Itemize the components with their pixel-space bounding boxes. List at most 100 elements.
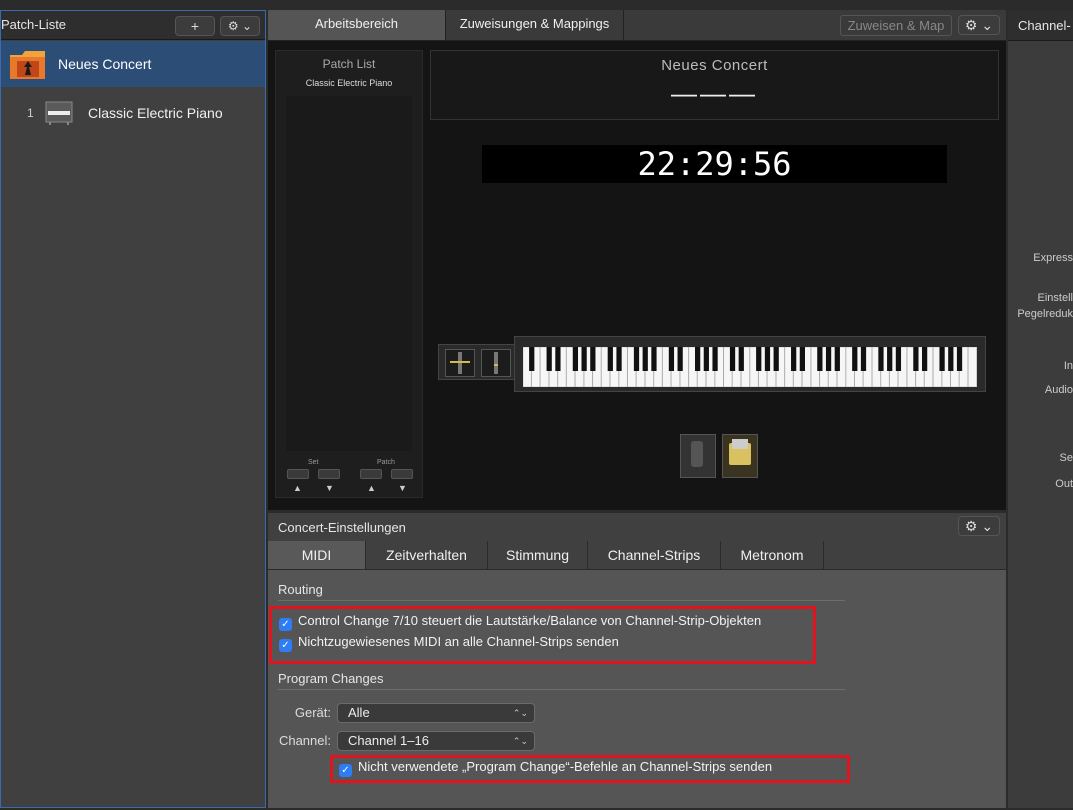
device-select[interactable]: Alle ⌃⌄: [337, 703, 535, 723]
input-label: In: [1063, 360, 1073, 372]
black-key[interactable]: [572, 347, 579, 371]
black-key[interactable]: [668, 347, 675, 371]
black-key[interactable]: [913, 347, 919, 371]
black-key[interactable]: [799, 347, 806, 371]
black-key[interactable]: [616, 347, 622, 371]
program-changes-section-title: Program Changes: [278, 671, 384, 686]
set-prev-button[interactable]: [287, 469, 309, 479]
checkbox-checked-icon[interactable]: ✓: [279, 618, 292, 631]
black-key[interactable]: [633, 347, 640, 371]
black-key[interactable]: [791, 347, 797, 371]
piano-keys[interactable]: [523, 347, 977, 387]
tab-workspace[interactable]: Arbeitsbereich: [268, 10, 446, 40]
expression-pedal-icon[interactable]: [722, 434, 758, 478]
sustain-pedal-icon[interactable]: [680, 434, 716, 478]
mod-wheel-icon[interactable]: [481, 349, 511, 377]
patch-row[interactable]: 1 Classic Electric Piano: [1, 91, 265, 133]
white-key[interactable]: [968, 347, 977, 387]
black-key[interactable]: [834, 347, 840, 371]
black-key[interactable]: [607, 347, 613, 371]
tab-channel-strips[interactable]: Channel-Strips: [588, 541, 721, 569]
patch-label: Classic Electric Piano: [88, 105, 223, 121]
patch-list-widget-body: [286, 96, 412, 451]
cc-volume-checkbox[interactable]: ✓ Control Change 7/10 steuert die Lautstä…: [279, 613, 761, 631]
audio-label: Audio: [1044, 384, 1073, 396]
tab-zeitverhalten[interactable]: Zeitverhalten: [366, 541, 488, 569]
patch-list-widget-title: Patch List: [322, 57, 376, 71]
gear-icon[interactable]: ⚙ ⌄: [220, 16, 260, 36]
patch-down-arrow-icon[interactable]: ▼: [398, 483, 407, 493]
black-key[interactable]: [887, 347, 893, 371]
black-key[interactable]: [948, 347, 954, 371]
patch-number: 1: [27, 106, 34, 120]
patch-up-arrow-icon[interactable]: ▲: [367, 483, 376, 493]
black-key[interactable]: [642, 347, 648, 371]
black-key[interactable]: [729, 347, 736, 371]
black-key[interactable]: [825, 347, 832, 371]
black-key[interactable]: [738, 347, 744, 371]
black-key[interactable]: [773, 347, 779, 371]
channel-select[interactable]: Channel 1–16 ⌃⌄: [337, 731, 535, 751]
keyboard-area: [430, 336, 1000, 398]
black-key[interactable]: [764, 347, 771, 371]
piano-keyboard[interactable]: [514, 336, 986, 392]
patch-next-button[interactable]: [391, 469, 413, 479]
expression-label: Express: [1033, 252, 1073, 264]
black-key[interactable]: [581, 347, 587, 371]
black-key[interactable]: [677, 347, 683, 371]
black-key[interactable]: [860, 347, 867, 371]
tab-midi[interactable]: MIDI: [268, 541, 366, 569]
tab-metronom[interactable]: Metronom: [721, 541, 824, 569]
gear-icon[interactable]: ⚙ ⌄: [958, 15, 1000, 35]
settings-tab-bar: MIDI Zeitverhalten Stimmung Channel-Stri…: [268, 541, 1006, 570]
black-key[interactable]: [817, 347, 823, 371]
pitch-wheel-icon[interactable]: [445, 349, 475, 377]
black-key[interactable]: [895, 347, 902, 371]
device-label: Gerät:: [294, 705, 331, 720]
black-key[interactable]: [756, 347, 762, 371]
gear-icon[interactable]: ⚙ ⌄: [958, 516, 1000, 536]
unassigned-midi-checkbox[interactable]: ✓ Nichtzugewiesenes MIDI an alle Channel-…: [279, 634, 619, 652]
unused-program-change-checkbox[interactable]: ✓ Nicht verwendete „Program Change“-Befeh…: [339, 759, 772, 777]
concert-label: Neues Concert: [58, 56, 152, 72]
black-key[interactable]: [590, 347, 596, 371]
patch-list-widget-item[interactable]: Classic Electric Piano: [276, 78, 422, 88]
patch-prev-button[interactable]: [360, 469, 382, 479]
black-key[interactable]: [878, 347, 884, 371]
mod-wheels[interactable]: [438, 344, 516, 380]
patch-list-widget: Patch List Classic Electric Piano Set Pa…: [275, 50, 423, 498]
concert-row[interactable]: Neues Concert: [1, 41, 265, 87]
checkbox-checked-icon[interactable]: ✓: [339, 764, 352, 777]
black-key[interactable]: [546, 347, 552, 371]
set-down-arrow-icon[interactable]: ▼: [325, 483, 334, 493]
set-label: Set: [308, 459, 319, 466]
select-arrows-icon: ⌃⌄: [512, 708, 528, 718]
black-key[interactable]: [529, 347, 535, 371]
set-next-button[interactable]: [318, 469, 340, 479]
add-patch-button[interactable]: +: [175, 16, 215, 36]
set-up-arrow-icon[interactable]: ▲: [293, 483, 302, 493]
checkbox-checked-icon[interactable]: ✓: [279, 639, 292, 652]
black-key[interactable]: [712, 347, 718, 371]
pedals-area: [678, 432, 770, 480]
assign-map-button[interactable]: Zuweisen & Map: [840, 15, 952, 36]
device-select-value: Alle: [348, 705, 370, 720]
patch-nav-label: Patch: [377, 459, 395, 466]
black-key[interactable]: [695, 347, 701, 371]
channel-strip-body: [1008, 40, 1073, 808]
channel-strip-panel: Channel- Express Einstell Pegelreduk In …: [1008, 10, 1073, 808]
black-key[interactable]: [939, 347, 945, 371]
black-key[interactable]: [651, 347, 657, 371]
black-key[interactable]: [852, 347, 858, 371]
folder-icon: [10, 51, 45, 79]
patch-list-header: Patch-Liste + ⚙ ⌄: [1, 11, 265, 40]
black-key[interactable]: [922, 347, 928, 371]
tab-mappings[interactable]: Zuweisungen & Mappings: [446, 10, 624, 40]
black-key[interactable]: [703, 347, 709, 371]
patch-list-title: Patch-Liste: [1, 17, 67, 32]
black-key[interactable]: [555, 347, 561, 371]
black-key[interactable]: [956, 347, 963, 371]
tab-stimmung[interactable]: Stimmung: [488, 541, 588, 569]
clock-display: 22:29:56: [482, 145, 947, 183]
cc-volume-label: Control Change 7/10 steuert die Lautstär…: [298, 613, 762, 628]
